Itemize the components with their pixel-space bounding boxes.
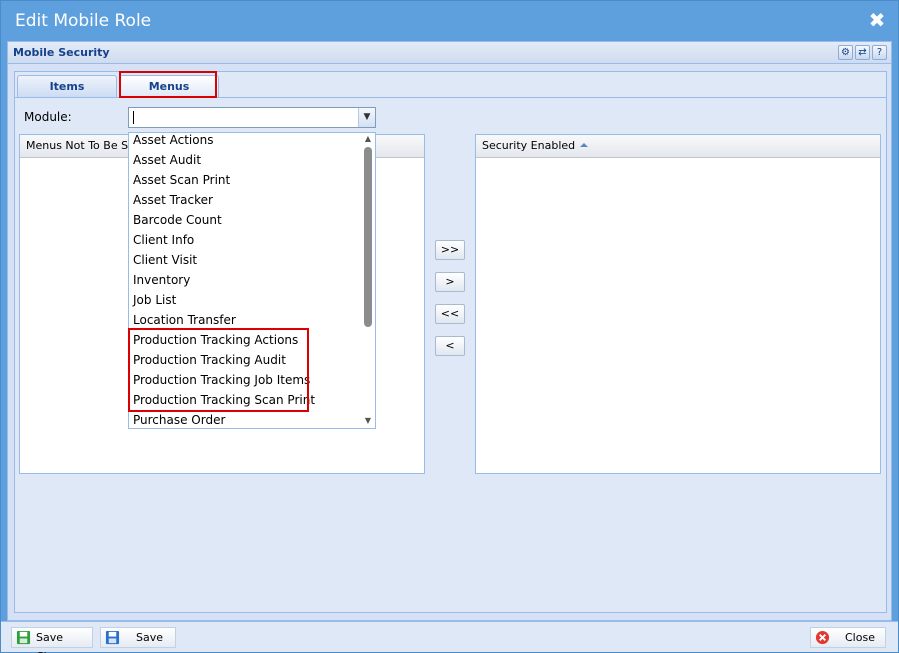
move-all-right-button[interactable]: >>	[435, 240, 465, 260]
list-item[interactable]: Production Tracking Actions	[133, 330, 298, 350]
gear-icon[interactable]: ⚙	[838, 45, 853, 60]
security-enabled-grid[interactable]: Security Enabled	[475, 134, 881, 474]
list-item[interactable]: Asset Tracker	[133, 190, 213, 210]
list-item[interactable]: Asset Scan Print	[133, 170, 230, 190]
list-item[interactable]: Production Tracking Audit	[133, 350, 286, 370]
move-left-button[interactable]: <	[435, 336, 465, 356]
right-grid-header-label: Security Enabled	[482, 139, 576, 152]
list-item[interactable]: Purchase Order	[133, 410, 225, 428]
panel-title: Mobile Security	[13, 46, 110, 59]
cancel-icon	[815, 630, 830, 645]
list-item[interactable]: Location Transfer	[133, 310, 236, 330]
list-item[interactable]: Asset Actions	[133, 133, 213, 150]
module-label: Module:	[24, 110, 72, 124]
scrollbar-thumb[interactable]	[364, 147, 372, 327]
window-title: Edit Mobile Role	[15, 11, 152, 31]
move-all-left-button[interactable]: <<	[435, 304, 465, 324]
tab-strip: Items Menus	[15, 72, 886, 98]
scroll-up-icon[interactable]: ▲	[363, 134, 373, 144]
save-close-button[interactable]: Save Close	[11, 627, 93, 653]
list-item[interactable]: Inventory	[133, 270, 190, 290]
save-label: Save	[136, 631, 164, 644]
move-right-button[interactable]: >	[435, 272, 465, 292]
module-combobox[interactable]: ▼	[128, 107, 376, 128]
save-icon	[105, 630, 120, 645]
help-icon[interactable]: ?	[872, 45, 887, 60]
tab-items[interactable]: Items	[17, 75, 117, 97]
edit-mobile-role-window: Edit Mobile Role ✖ Mobile Security ⚙ ⇄ ?…	[0, 0, 899, 653]
list-item[interactable]: Asset Audit	[133, 150, 201, 170]
list-item[interactable]: Job List	[133, 290, 176, 310]
right-grid-header[interactable]: Security Enabled	[476, 135, 880, 158]
close-icon[interactable]: ✖	[868, 9, 886, 31]
tab-menus[interactable]: Menus	[119, 75, 219, 97]
list-item[interactable]: Production Tracking Job Items	[133, 370, 310, 390]
save-icon	[16, 630, 31, 645]
chevron-down-icon[interactable]: ▼	[358, 108, 375, 127]
panel-header: Mobile Security ⚙ ⇄ ?	[8, 42, 891, 64]
close-label: Close	[845, 631, 875, 644]
window-titlebar[interactable]: Edit Mobile Role ✖	[1, 1, 898, 41]
close-button[interactable]: Close	[810, 627, 886, 648]
save-button[interactable]: Save	[100, 627, 176, 648]
list-item[interactable]: Client Visit	[133, 250, 197, 270]
refresh-icon[interactable]: ⇄	[855, 45, 870, 60]
list-item[interactable]: Barcode Count	[133, 210, 222, 230]
dialog-footer: Save Close Save Close	[1, 621, 898, 653]
scroll-down-icon[interactable]: ▼	[363, 416, 373, 426]
list-item[interactable]: Client Info	[133, 230, 194, 250]
list-item[interactable]: Production Tracking Scan Print	[133, 390, 315, 410]
sort-ascending-icon	[580, 143, 589, 147]
save-close-label: Save Close	[36, 631, 66, 653]
text-caret	[133, 111, 134, 124]
module-dropdown-list[interactable]: Asset Actions Asset Audit Asset Scan Pri…	[128, 132, 376, 429]
